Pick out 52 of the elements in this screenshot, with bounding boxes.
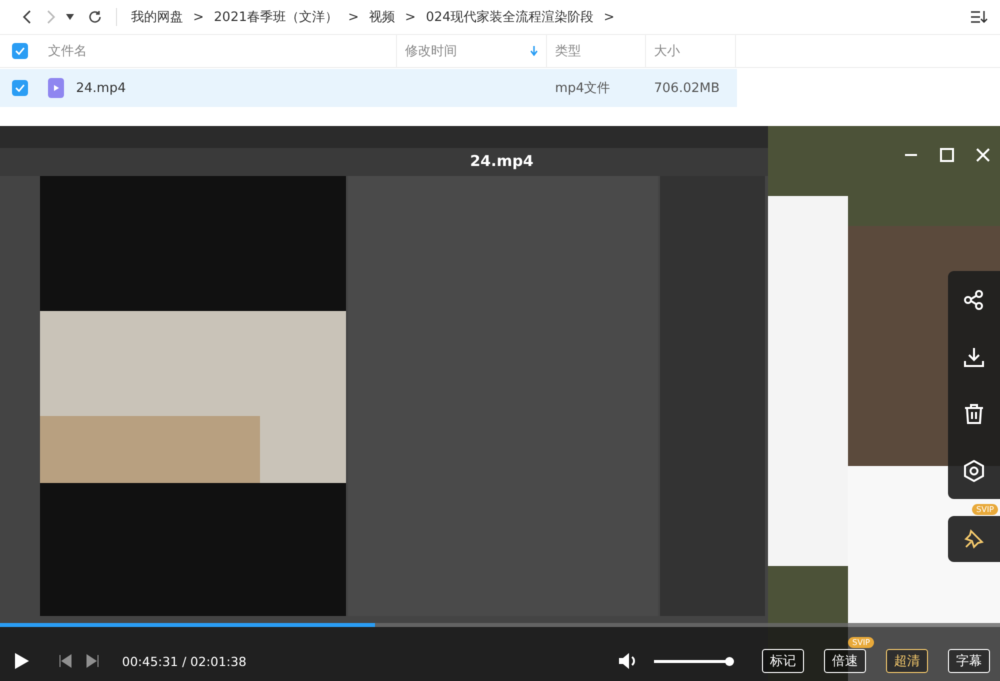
breadcrumb-link[interactable]: 我的网盘 xyxy=(131,8,183,26)
volume-thumb[interactable] xyxy=(725,656,734,666)
pin-button[interactable] xyxy=(948,516,1000,562)
breadcrumb-link[interactable]: 024现代家装全流程渲染阶段 xyxy=(426,8,594,26)
player-option-button[interactable]: 字幕 xyxy=(948,649,990,673)
column-label: 类型 xyxy=(555,43,581,60)
breadcrumb-separator: > xyxy=(404,10,416,24)
sort-menu-icon[interactable] xyxy=(970,10,988,24)
select-all-checkbox[interactable] xyxy=(12,43,28,59)
next-button[interactable] xyxy=(86,654,100,668)
file-type: mp4文件 xyxy=(555,80,610,97)
column-header[interactable]: 修改时间 xyxy=(397,35,547,67)
column-header[interactable]: 大小 xyxy=(646,35,736,67)
checkmark-icon xyxy=(15,84,25,92)
breadcrumb-link[interactable]: 视频 xyxy=(368,8,395,26)
column-label: 修改时间 xyxy=(405,43,457,60)
sort-arrow-icon xyxy=(530,46,538,56)
video-file-icon xyxy=(48,78,64,98)
download-icon[interactable] xyxy=(963,346,985,368)
trash-icon[interactable] xyxy=(963,402,985,424)
history-dropdown[interactable] xyxy=(66,14,74,20)
refresh-button[interactable] xyxy=(88,10,102,24)
close-button[interactable] xyxy=(976,148,990,162)
back-button[interactable] xyxy=(22,10,32,24)
volume-icon[interactable] xyxy=(618,652,638,670)
player-option-button[interactable]: 标记 xyxy=(762,649,804,673)
row-checkbox[interactable] xyxy=(12,80,28,96)
share-icon[interactable] xyxy=(963,288,985,310)
volume-slider[interactable] xyxy=(652,656,732,666)
column-label: 文件名 xyxy=(48,43,87,60)
play-button[interactable] xyxy=(14,652,30,670)
player-option-button[interactable]: 倍速 xyxy=(824,649,866,673)
breadcrumb-link[interactable]: 2021春季班（文洋） xyxy=(214,8,338,26)
column-header[interactable]: 类型 xyxy=(547,35,646,67)
pin-icon xyxy=(964,529,984,549)
maximize-button[interactable] xyxy=(940,148,954,162)
previous-button[interactable] xyxy=(58,654,72,668)
player-option-button[interactable]: 超清 xyxy=(886,649,928,673)
breadcrumb-separator: > xyxy=(604,10,615,24)
file-row[interactable]: 24.mp4 mp4文件 706.02MB xyxy=(0,69,737,107)
svip-badge: SVIP xyxy=(972,504,998,515)
svip-badge: SVIP xyxy=(848,637,874,648)
breadcrumb-separator: > xyxy=(348,10,359,24)
file-name: 24.mp4 xyxy=(76,80,126,96)
video-title: 24.mp4 xyxy=(470,152,534,170)
checkmark-icon xyxy=(15,47,25,55)
playback-time: 00:45:31 / 02:01:38 xyxy=(122,654,246,668)
file-size: 706.02MB xyxy=(654,80,720,96)
column-label: 大小 xyxy=(654,43,680,60)
breadcrumb-separator: > xyxy=(193,10,204,24)
settings-icon[interactable] xyxy=(963,460,985,482)
column-header[interactable]: 文件名 xyxy=(40,35,397,67)
